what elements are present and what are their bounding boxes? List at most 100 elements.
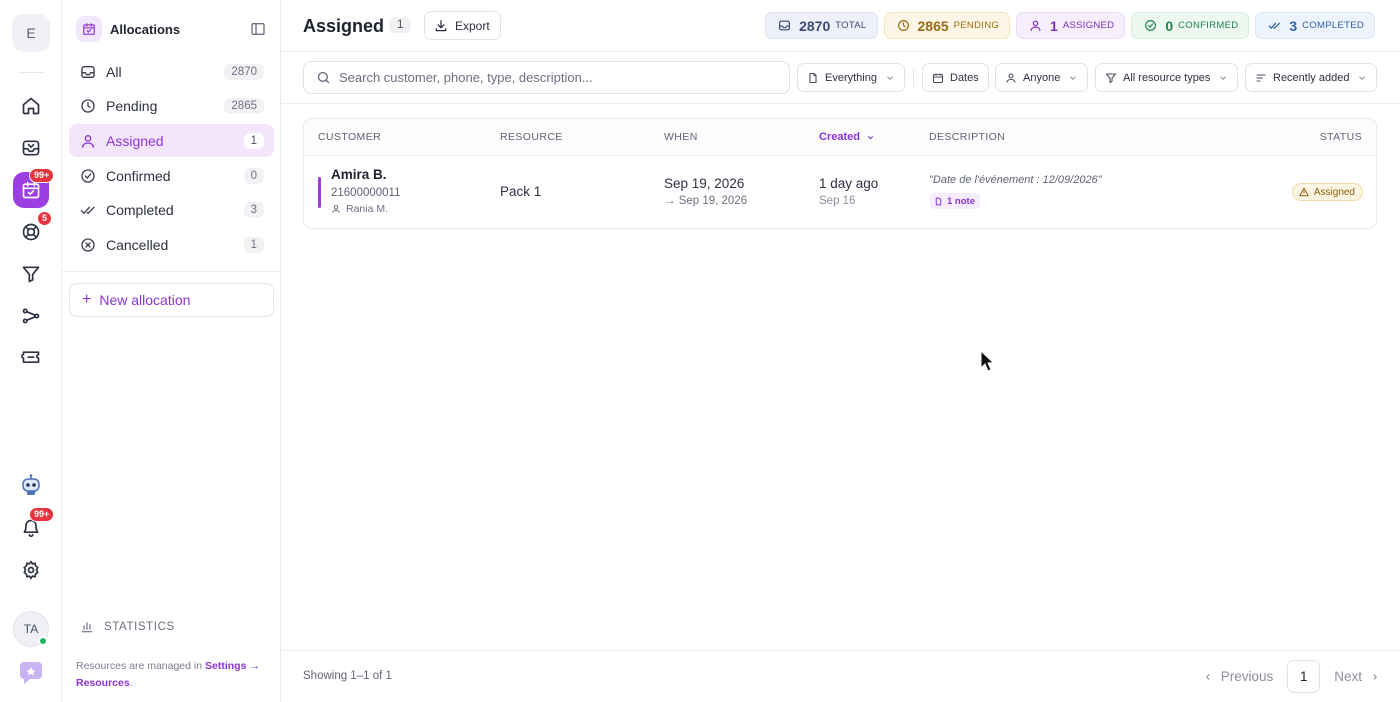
page-number-button[interactable]: 1 [1287, 660, 1321, 693]
assistant-robot-icon[interactable] [15, 469, 47, 501]
table-row[interactable]: Amira B. 21600000011 Rania M. Pack 1 Sep… [304, 156, 1376, 228]
search-icon [317, 71, 330, 84]
sidebar-header: Allocations [76, 14, 266, 44]
double-check-icon [1268, 22, 1281, 30]
ticket-icon[interactable] [15, 342, 47, 374]
chip-value: 0 [1165, 17, 1174, 34]
user-icon [82, 134, 94, 148]
filter-divider [913, 69, 914, 87]
plus-icon: + [82, 291, 92, 308]
statistics-label: STATISTICS [104, 621, 175, 633]
status-badge: Assigned [1291, 183, 1363, 201]
sidebar-item-count: 1 [243, 132, 264, 149]
column-resource[interactable]: RESOURCE [500, 131, 563, 143]
completed-chip[interactable]: 3 COMPLETED [1255, 12, 1375, 39]
sidebar-item-label: Completed [106, 202, 174, 219]
pending-chip[interactable]: 2865 PENDING [883, 12, 1011, 39]
user-icon [332, 205, 340, 213]
sidebar-item-count: 2870 [224, 63, 264, 80]
sidebar-item-completed[interactable]: Completed 3 [69, 194, 274, 227]
allocations-sidebar: Allocations All 2870 Pending 2865 Assign… [62, 0, 281, 702]
notes-chip[interactable]: 1 note [930, 193, 980, 209]
chip-value: 2870 [799, 17, 831, 34]
dates-filter[interactable]: Dates [922, 63, 989, 92]
settings-gear-icon[interactable] [15, 554, 47, 586]
mouse-cursor-icon [980, 350, 994, 372]
column-when[interactable]: WHEN [664, 131, 698, 143]
row-accent-bar [318, 177, 321, 208]
summary-chips: 2870 TOTAL 2865 PENDING 1 ASSIGNED 0 CON… [765, 12, 1375, 39]
sidebar-item-count: 0 [243, 167, 264, 184]
workspace-switcher[interactable]: E [12, 14, 50, 52]
main-panel: Assigned 1 Export 2870 TOTAL 2865 PENDIN… [281, 0, 1400, 702]
page-title: Assigned [303, 16, 385, 36]
chip-label: PENDING [953, 20, 1000, 31]
table-header: CUSTOMER RESOURCE WHEN Created DESCRIPTI… [304, 119, 1376, 156]
status-nav: All 2870 Pending 2865 Assigned 1 Confirm… [69, 55, 274, 263]
search-box[interactable] [303, 61, 790, 94]
sidebar-item-assigned[interactable]: Assigned 1 [69, 124, 274, 158]
filter-funnel-icon[interactable] [15, 258, 47, 290]
chip-value: 3 [1289, 17, 1298, 34]
column-created-label: Created [819, 131, 860, 143]
created-date: Sep 16 [819, 195, 856, 207]
warning-triangle-icon [1299, 187, 1309, 197]
sidebar-item-count: 3 [243, 202, 264, 219]
clock-icon [897, 20, 909, 31]
export-button[interactable]: Export [424, 11, 501, 40]
sidebar-item-pending[interactable]: Pending 2865 [69, 90, 274, 123]
inbox-icon[interactable] [15, 132, 47, 164]
bar-chart-icon [81, 622, 93, 633]
statistics-link[interactable]: STATISTICS [80, 620, 175, 634]
sidebar-item-cancelled[interactable]: Cancelled 1 [69, 228, 274, 261]
column-status[interactable]: STATUS [1320, 131, 1362, 143]
page-header: Assigned 1 Export 2870 TOTAL 2865 PENDIN… [281, 0, 1400, 52]
when-start: Sep 19, 2026 [664, 176, 745, 191]
check-circle-icon [1145, 20, 1157, 31]
column-created[interactable]: Created [819, 131, 875, 143]
previous-page-button[interactable]: Previous [1203, 669, 1273, 684]
home-icon[interactable] [15, 90, 47, 122]
collapse-sidebar-icon[interactable] [250, 21, 266, 37]
sidebar-item-label: Confirmed [106, 167, 171, 184]
scope-filter-label: Everything [825, 71, 877, 84]
resource-type-filter[interactable]: All resource types [1095, 63, 1239, 92]
chip-value: 1 [1050, 17, 1058, 34]
notifications-badge: 99+ [29, 507, 55, 522]
total-chip[interactable]: 2870 TOTAL [765, 12, 878, 39]
assigned-agent: Rania M. [331, 203, 388, 215]
showing-count: Showing 1–1 of 1 [303, 670, 392, 682]
support-badge: 5 [37, 211, 53, 226]
chevron-down-icon [1359, 75, 1366, 80]
chevron-right-icon [1373, 673, 1378, 680]
sidebar-item-confirmed[interactable]: Confirmed 0 [69, 159, 274, 192]
sort-dropdown-label: Recently added [1273, 71, 1350, 84]
confirmed-chip[interactable]: 0 CONFIRMED [1131, 12, 1250, 39]
filter-funnel-icon [1105, 72, 1117, 83]
next-page-button[interactable]: Next [1334, 669, 1380, 684]
workflow-nodes-icon[interactable] [15, 300, 47, 332]
search-input[interactable] [339, 70, 759, 85]
clock-icon [81, 99, 95, 113]
assignee-filter[interactable]: Anyone [995, 63, 1089, 92]
customer-name: Amira B. [331, 167, 387, 182]
allocations-badge: 99+ [29, 168, 55, 183]
scope-filter[interactable]: Everything [797, 63, 905, 92]
resource-type-filter-label: All resource types [1123, 71, 1211, 84]
note-icon [935, 197, 942, 205]
description-text: "Date de l'événement : 12/09/2026" [929, 174, 1102, 186]
sidebar-item-all[interactable]: All 2870 [69, 55, 274, 88]
new-allocation-button[interactable]: + New allocation [69, 283, 274, 317]
export-label: Export [455, 18, 490, 33]
sort-dropdown[interactable]: Recently added [1245, 63, 1378, 92]
column-description[interactable]: DESCRIPTION [929, 131, 1005, 143]
dates-filter-label: Dates [950, 71, 979, 84]
download-icon [435, 19, 447, 31]
assigned-chip[interactable]: 1 ASSIGNED [1016, 12, 1126, 39]
app-logo-icon[interactable] [15, 657, 47, 689]
notes-count: 1 note [947, 195, 975, 207]
resource-name: Pack 1 [500, 184, 542, 199]
column-customer[interactable]: CUSTOMER [318, 131, 381, 143]
chevron-down-icon [1070, 75, 1077, 80]
chip-label: ASSIGNED [1062, 20, 1115, 31]
